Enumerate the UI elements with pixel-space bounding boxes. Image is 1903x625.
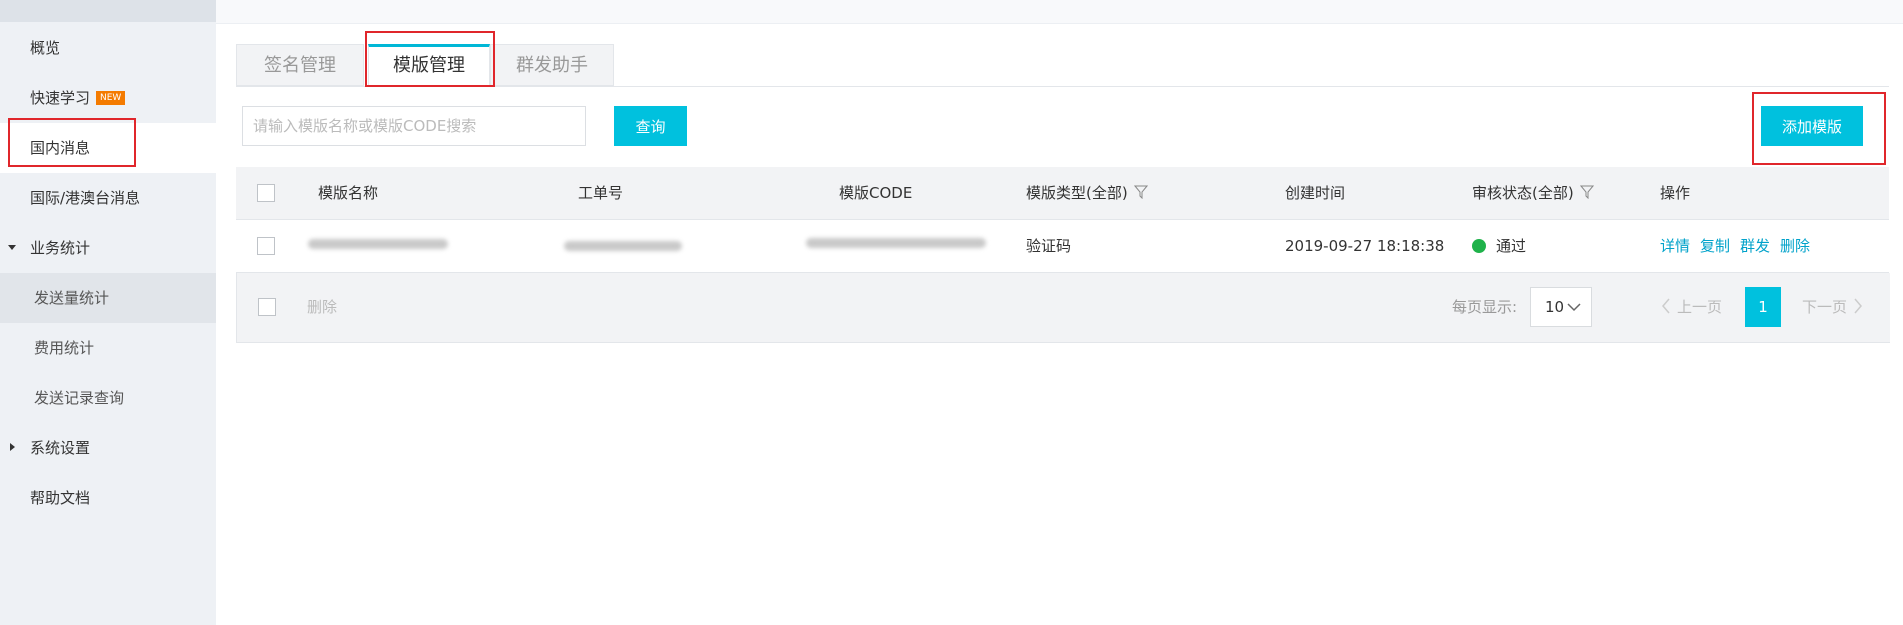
column-header-name: 模版名称 bbox=[318, 184, 379, 202]
highlight-box bbox=[8, 118, 136, 167]
sidebar-item-label: 帮助文档 bbox=[30, 489, 91, 507]
details-link[interactable]: 详情 bbox=[1660, 237, 1690, 255]
prev-page-label: 上一页 bbox=[1677, 298, 1723, 316]
chevron-down-icon bbox=[1567, 303, 1581, 312]
sidebar-item-label: 费用统计 bbox=[34, 339, 95, 357]
search-button[interactable]: 查询 bbox=[614, 106, 687, 146]
per-page-value: 10 bbox=[1545, 298, 1565, 316]
redacted-template-code bbox=[806, 238, 986, 248]
new-badge: NEW bbox=[96, 90, 126, 105]
next-page-button[interactable]: 下一页 bbox=[1802, 287, 1863, 327]
sidebar-item-label: 系统设置 bbox=[30, 439, 91, 457]
select-all-checkbox[interactable] bbox=[257, 184, 275, 202]
highlight-box bbox=[1752, 92, 1886, 165]
sidebar-item-international-messages[interactable]: 国际/港澳台消息 bbox=[0, 173, 216, 223]
bulk-delete-button[interactable]: 删除 bbox=[307, 287, 337, 327]
column-header-type[interactable]: 模版类型(全部) bbox=[1026, 167, 1148, 219]
sidebar-item-cost-stats[interactable]: 费用统计 bbox=[0, 323, 216, 373]
table-footer: 删除 每页显示: 上一页 下一页 bbox=[236, 273, 1890, 343]
sidebar-item-system-settings[interactable]: 系统设置 bbox=[0, 423, 216, 473]
status-dot-icon bbox=[1472, 238, 1486, 253]
redacted-template-name bbox=[308, 239, 448, 249]
sidebar: 概览 快速学习 NEW 国内消息 国际/港澳台消息 业务统计 发送量统计 费用统计… bbox=[0, 0, 216, 625]
per-page-select[interactable]: 10 bbox=[1530, 287, 1592, 327]
bulk-send-link[interactable]: 群发 bbox=[1740, 237, 1770, 255]
search-input[interactable] bbox=[242, 106, 586, 146]
status-label: 通过 bbox=[1496, 237, 1527, 255]
current-page-button[interactable]: 1 bbox=[1745, 287, 1781, 327]
tab-label: 签名管理 bbox=[264, 55, 336, 76]
highlight-box bbox=[365, 31, 495, 87]
column-header-status[interactable]: 审核状态(全部) bbox=[1472, 167, 1594, 219]
delete-link[interactable]: 删除 bbox=[1780, 237, 1810, 255]
sidebar-item-label: 业务统计 bbox=[30, 239, 91, 257]
filter-icon[interactable] bbox=[1579, 185, 1594, 199]
column-header-type-label: 模版类型(全部) bbox=[1026, 184, 1128, 202]
created-time: 2019-09-27 18:18:38 bbox=[1285, 237, 1445, 255]
prev-page-button[interactable]: 上一页 bbox=[1661, 287, 1722, 327]
sidebar-item-quick-learn[interactable]: 快速学习 NEW bbox=[0, 73, 216, 123]
filter-icon[interactable] bbox=[1133, 185, 1148, 199]
caret-right-icon bbox=[10, 443, 15, 451]
sidebar-item-send-volume-stats[interactable]: 发送量统计 bbox=[0, 273, 216, 323]
template-type: 验证码 bbox=[1026, 237, 1072, 255]
chevron-right-icon bbox=[1854, 298, 1863, 313]
sidebar-header bbox=[0, 0, 216, 22]
row-checkbox[interactable] bbox=[257, 237, 275, 255]
sidebar-item-business-stats[interactable]: 业务统计 bbox=[0, 223, 216, 273]
sidebar-item-help-docs[interactable]: 帮助文档 bbox=[0, 473, 216, 523]
chevron-left-icon bbox=[1662, 298, 1670, 313]
column-header-code: 模版CODE bbox=[839, 184, 913, 202]
sidebar-item-label: 发送量统计 bbox=[34, 289, 110, 307]
redacted-ticket-number bbox=[564, 241, 682, 251]
column-header-status-label: 审核状态(全部) bbox=[1472, 184, 1574, 202]
next-page-label: 下一页 bbox=[1802, 298, 1848, 316]
review-status: 通过 bbox=[1472, 220, 1526, 272]
sidebar-item-label: 发送记录查询 bbox=[34, 389, 125, 407]
column-header-created: 创建时间 bbox=[1285, 184, 1346, 202]
column-header-ticket: 工单号 bbox=[578, 184, 624, 202]
copy-link[interactable]: 复制 bbox=[1700, 237, 1730, 255]
tab-label: 群发助手 bbox=[516, 55, 588, 76]
table-header: 模版名称 工单号 模版CODE 模版类型(全部) 创建时间 审核状态(全部) 操… bbox=[236, 167, 1889, 220]
sidebar-item-label: 国际/港澳台消息 bbox=[30, 189, 141, 207]
caret-down-icon bbox=[8, 245, 16, 250]
row-actions: 详情 复制 群发 删除 bbox=[1660, 220, 1820, 272]
table-row: 验证码 2019-09-27 18:18:38 通过 详情 复制 群发 删除 bbox=[236, 220, 1889, 273]
top-bar bbox=[216, 0, 1903, 24]
per-page-label: 每页显示: bbox=[1452, 298, 1518, 316]
tab-bulk-send-assistant[interactable]: 群发助手 bbox=[490, 44, 614, 86]
sidebar-item-overview[interactable]: 概览 bbox=[0, 23, 216, 73]
sidebar-item-label: 快速学习 bbox=[30, 89, 91, 107]
tab-signature-management[interactable]: 签名管理 bbox=[236, 44, 364, 86]
footer-select-checkbox[interactable] bbox=[258, 298, 276, 316]
sidebar-item-send-records[interactable]: 发送记录查询 bbox=[0, 373, 216, 423]
column-header-actions: 操作 bbox=[1660, 184, 1691, 202]
sidebar-item-label: 概览 bbox=[30, 39, 61, 57]
